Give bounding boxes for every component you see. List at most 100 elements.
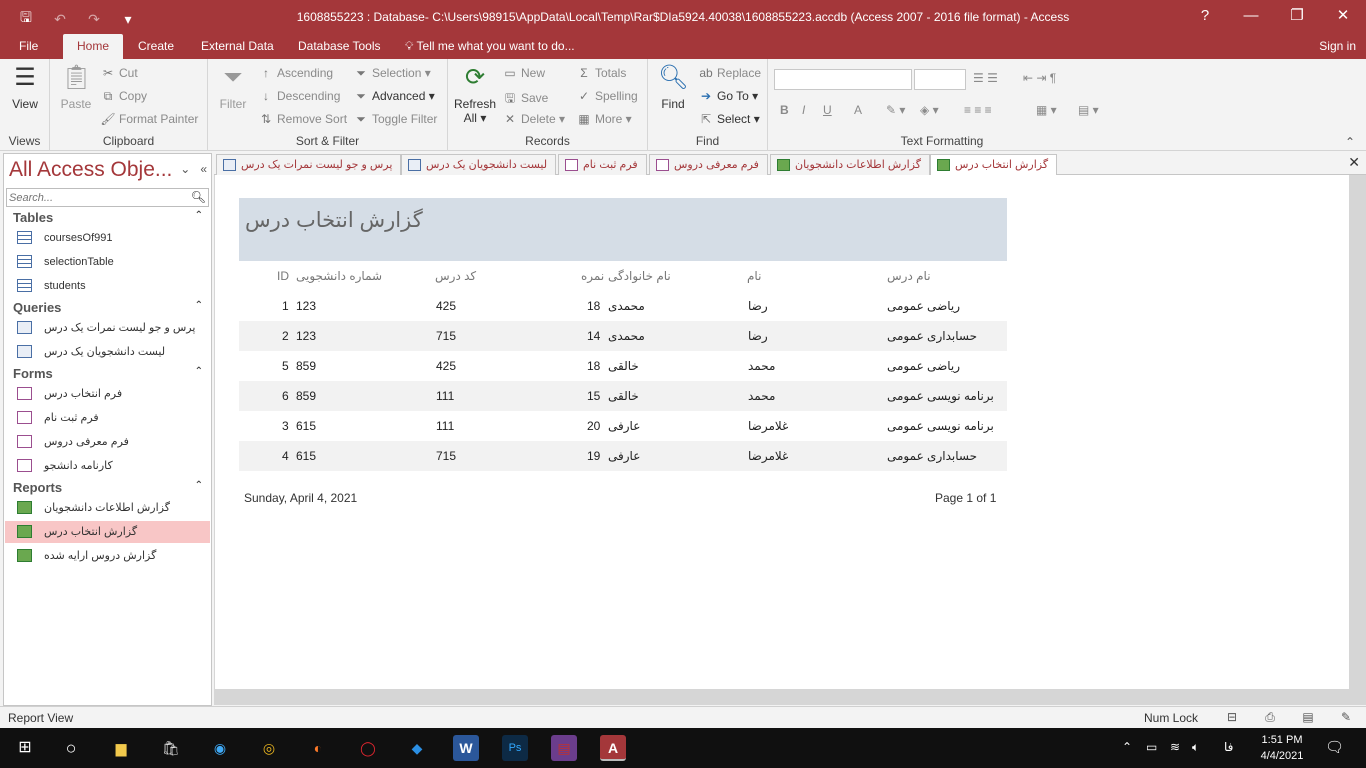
nav-report-3[interactable]: گزارش دروس ارایه شده bbox=[5, 545, 210, 567]
nav-table-coursesOf991[interactable]: coursesOf991 bbox=[5, 227, 210, 249]
toggle-filter-button[interactable]: ⏷ Toggle Filter bbox=[353, 112, 437, 127]
new-record-button[interactable]: ▭ New bbox=[502, 66, 545, 80]
battery-icon[interactable]: ▭ bbox=[1146, 740, 1157, 754]
search-icon[interactable]: 🔍︎ bbox=[191, 190, 206, 204]
search-input[interactable] bbox=[7, 189, 187, 206]
close-document-icon[interactable]: ✕ bbox=[1348, 154, 1360, 171]
maximize-button[interactable]: ❐ bbox=[1274, 0, 1320, 34]
collapse-ribbon-icon[interactable]: ⌃ bbox=[1345, 135, 1355, 149]
volume-icon[interactable]: 🔈︎ bbox=[1192, 740, 1199, 755]
ascending-button[interactable]: ↑ Ascending bbox=[258, 66, 333, 80]
view-button[interactable]: ☰ View bbox=[2, 63, 48, 111]
section-tables[interactable]: Tables ⌃ bbox=[13, 210, 203, 225]
clock[interactable]: 1:51 PM 4/4/2021 bbox=[1246, 732, 1318, 764]
remove-sort-button[interactable]: ⇅ Remove Sort bbox=[258, 112, 347, 126]
section-reports[interactable]: Reports ⌃ bbox=[13, 480, 203, 495]
nav-form-4[interactable]: کارنامه دانشجو bbox=[5, 455, 210, 477]
nav-form-2[interactable]: فرم ثبت نام bbox=[5, 407, 210, 429]
doc-tab-form-courses[interactable]: فرم معرفی دروس bbox=[649, 154, 768, 175]
file-explorer-icon[interactable]: ▆ bbox=[108, 735, 134, 761]
advanced-button[interactable]: ⏷ Advanced ▾ bbox=[353, 89, 435, 104]
paste-button[interactable]: 📋︎ Paste bbox=[53, 63, 99, 111]
layout-view-icon[interactable]: ▤ bbox=[1300, 710, 1316, 724]
underline-button[interactable]: U bbox=[823, 103, 832, 117]
italic-button[interactable]: I bbox=[802, 103, 805, 117]
doc-tab-query-grades[interactable]: پرس و جو لیست نمرات یک درس bbox=[216, 154, 402, 175]
highlight-icon[interactable]: ✎ ▾ bbox=[886, 103, 905, 117]
tab-database-tools[interactable]: Database Tools bbox=[298, 39, 381, 53]
cortana-search-icon[interactable]: ○ bbox=[58, 735, 84, 761]
nav-pane-title[interactable]: All Access Obje... bbox=[9, 158, 172, 182]
tab-home[interactable]: Home bbox=[63, 34, 124, 59]
word-icon[interactable]: W bbox=[453, 735, 479, 761]
refresh-all-button[interactable]: ⟳ Refresh All ▾ bbox=[452, 63, 498, 125]
fill-color-icon[interactable]: ◈ ▾ bbox=[920, 103, 939, 117]
nav-form-1[interactable]: فرم انتخاب درس bbox=[5, 383, 210, 405]
firefox-icon[interactable]: ◐ bbox=[305, 735, 331, 761]
font-color-button[interactable]: A bbox=[854, 103, 862, 117]
doc-tab-query-students[interactable]: لیست دانشجویان یک درس bbox=[401, 154, 557, 175]
delete-record-button[interactable]: ✕ Delete ▾ bbox=[502, 112, 565, 126]
tab-create[interactable]: Create bbox=[138, 39, 174, 53]
goto-button[interactable]: ➔ Go To ▾ bbox=[698, 89, 758, 103]
opera-icon[interactable]: ◯ bbox=[355, 735, 381, 761]
filter-button[interactable]: ⏷ Filter bbox=[210, 63, 256, 111]
vscode-icon[interactable]: ◆ bbox=[404, 735, 430, 761]
windows-start-icon[interactable]: ⊞ bbox=[12, 735, 38, 761]
bullets-icon[interactable]: ☰ ☰ bbox=[973, 71, 998, 85]
nav-report-1[interactable]: گزارش اطلاعات دانشجویان bbox=[5, 497, 210, 519]
copy-button[interactable]: ⧉ Copy bbox=[100, 89, 147, 104]
nav-menu-chevron-icon[interactable]: ⌄ bbox=[180, 162, 190, 176]
cut-button[interactable]: ✂ Cut bbox=[100, 66, 138, 80]
alternate-row-icon[interactable]: ▤ ▾ bbox=[1078, 103, 1099, 117]
design-view-icon[interactable]: ✎ bbox=[1338, 710, 1354, 724]
collapse-icon[interactable]: ⌃ bbox=[195, 366, 203, 377]
tab-file[interactable]: File bbox=[19, 39, 38, 53]
descending-button[interactable]: ↓ Descending bbox=[258, 89, 340, 103]
nav-form-3[interactable]: فرم معرفی دروس bbox=[5, 431, 210, 453]
doc-tab-report-students[interactable]: گزارش اطلاعات دانشجویان bbox=[770, 154, 930, 175]
totals-button[interactable]: Σ Totals bbox=[576, 66, 626, 80]
edge-icon[interactable]: ◉ bbox=[207, 735, 233, 761]
gridlines-icon[interactable]: ▦ ▾ bbox=[1036, 103, 1057, 117]
font-size-box[interactable] bbox=[914, 69, 966, 90]
font-name-box[interactable] bbox=[774, 69, 912, 90]
help-button[interactable]: ? bbox=[1182, 0, 1228, 34]
wifi-icon[interactable]: ≋ bbox=[1170, 740, 1180, 754]
chrome-icon[interactable]: ◎ bbox=[256, 735, 282, 761]
photoshop-icon[interactable]: Ps bbox=[502, 735, 528, 761]
doc-tab-form-register[interactable]: فرم ثبت نام bbox=[558, 154, 647, 175]
align-icons[interactable]: ≡ ≡ ≡ bbox=[964, 103, 992, 117]
close-button[interactable]: ✕ bbox=[1320, 0, 1366, 34]
language-indicator[interactable]: فا bbox=[1224, 740, 1233, 754]
doc-tab-report-selection[interactable]: گزارش انتخاب درس bbox=[930, 154, 1058, 176]
horizontal-scrollbar[interactable] bbox=[214, 689, 1366, 705]
select-button[interactable]: ⇱ Select ▾ bbox=[698, 112, 760, 126]
collapse-icon[interactable]: ⌃ bbox=[195, 480, 203, 491]
selection-button[interactable]: ⏷ Selection ▾ bbox=[353, 66, 431, 81]
nav-report-2[interactable]: گزارش انتخاب درس bbox=[5, 521, 210, 543]
bold-button[interactable]: B bbox=[780, 103, 789, 117]
winrar-icon[interactable]: ▤ bbox=[551, 735, 577, 761]
collapse-icon[interactable]: ⌃ bbox=[195, 210, 203, 221]
tray-chevron-icon[interactable]: ⌃ bbox=[1122, 740, 1132, 754]
indent-icon[interactable]: ⇤ ⇥ ¶ bbox=[1023, 71, 1056, 85]
replace-button[interactable]: ab Replace bbox=[698, 66, 761, 80]
minimize-button[interactable]: — bbox=[1228, 0, 1274, 34]
print-preview-icon[interactable]: ⎙ bbox=[1262, 710, 1278, 724]
sign-in-link[interactable]: Sign in bbox=[1319, 39, 1356, 53]
section-forms[interactable]: Forms ⌃ bbox=[13, 366, 203, 381]
collapse-icon[interactable]: ⌃ bbox=[195, 300, 203, 311]
find-button[interactable]: 🔍︎ Find bbox=[650, 63, 696, 111]
nav-table-students[interactable]: students bbox=[5, 275, 210, 297]
nav-table-selectionTable[interactable]: selectionTable bbox=[5, 251, 210, 273]
report-view-icon[interactable]: ⊟ bbox=[1224, 710, 1240, 724]
tell-me-box[interactable]: 💡︎ Tell me what you want to do... bbox=[405, 39, 575, 54]
spelling-button[interactable]: ✓ Spelling bbox=[576, 89, 638, 103]
store-icon[interactable]: 🛍︎ bbox=[158, 735, 184, 761]
access-icon[interactable]: A bbox=[600, 735, 626, 761]
section-queries[interactable]: Queries ⌃ bbox=[13, 300, 203, 315]
format-painter-button[interactable]: 🖌︎ Format Painter bbox=[100, 112, 198, 126]
save-record-button[interactable]: 🖫 Save bbox=[502, 89, 548, 110]
notifications-icon[interactable]: 🗨︎ bbox=[1325, 738, 1344, 756]
